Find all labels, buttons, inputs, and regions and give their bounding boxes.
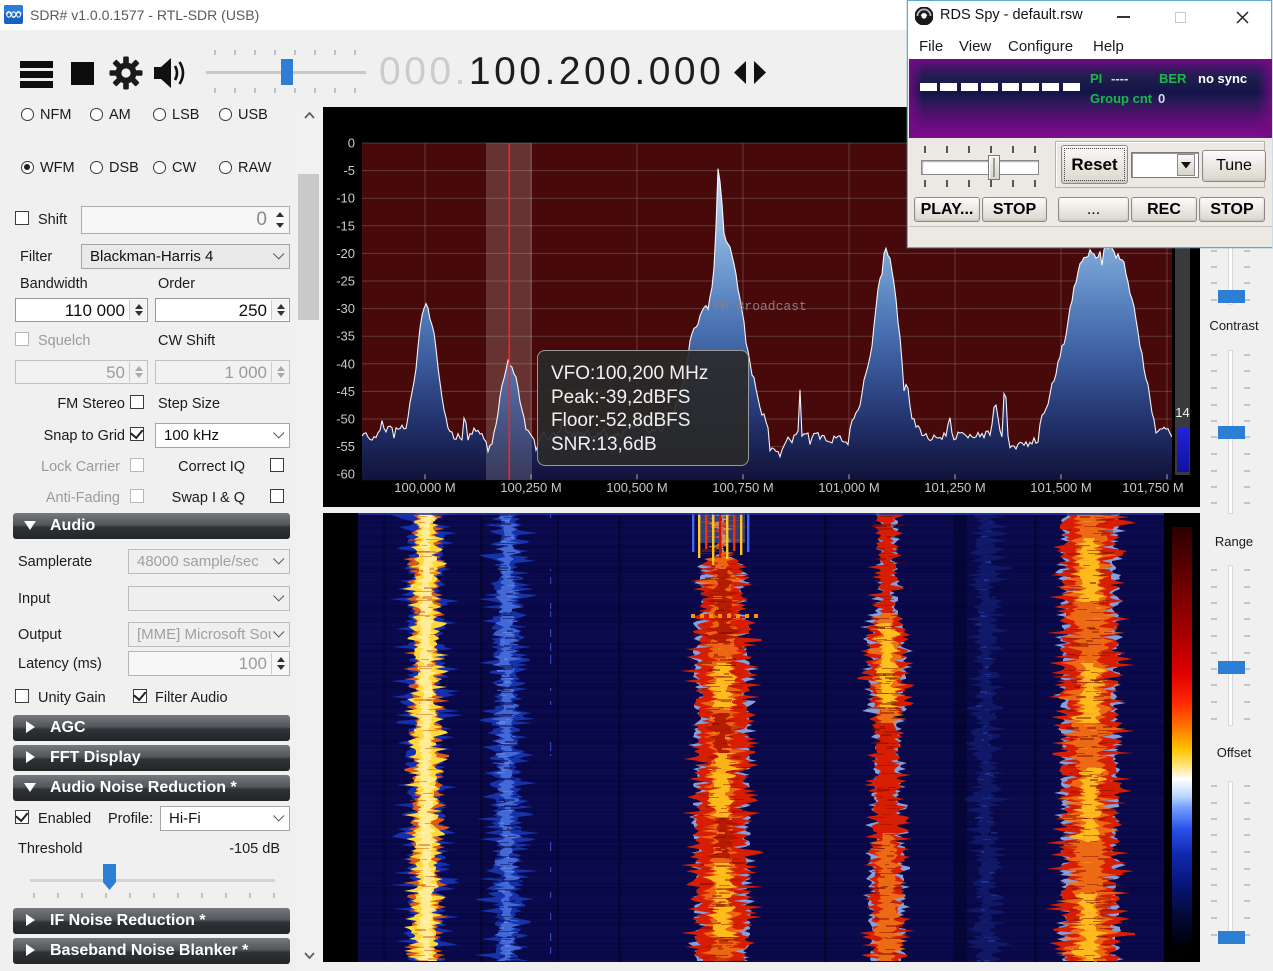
svg-text:-20: -20 <box>336 246 355 261</box>
svg-text:-15: -15 <box>336 218 355 233</box>
svg-text:-5: -5 <box>343 163 355 178</box>
svg-text:101,250 M: 101,250 M <box>924 480 985 495</box>
svg-text:101,000 M: 101,000 M <box>818 480 879 495</box>
svg-text:FM Broadcast: FM Broadcast <box>713 299 807 314</box>
svg-text:-35: -35 <box>336 329 355 344</box>
svg-text:100,000 M: 100,000 M <box>394 480 455 495</box>
svg-text:-60: -60 <box>336 467 355 482</box>
svg-text:-45: -45 <box>336 384 355 399</box>
svg-text:100,750 M: 100,750 M <box>712 480 773 495</box>
svg-text:-25: -25 <box>336 274 355 289</box>
svg-text:-55: -55 <box>336 439 355 454</box>
svg-text:-10: -10 <box>336 191 355 206</box>
svg-text:0: 0 <box>348 136 355 151</box>
svg-text:101,750 M: 101,750 M <box>1122 480 1183 495</box>
svg-text:100,250 M: 100,250 M <box>500 480 561 495</box>
svg-text:-50: -50 <box>336 412 355 427</box>
svg-text:-30: -30 <box>336 301 355 316</box>
svg-text:101,500 M: 101,500 M <box>1030 480 1091 495</box>
svg-text:100,500 M: 100,500 M <box>606 480 667 495</box>
svg-text:-40: -40 <box>336 356 355 371</box>
